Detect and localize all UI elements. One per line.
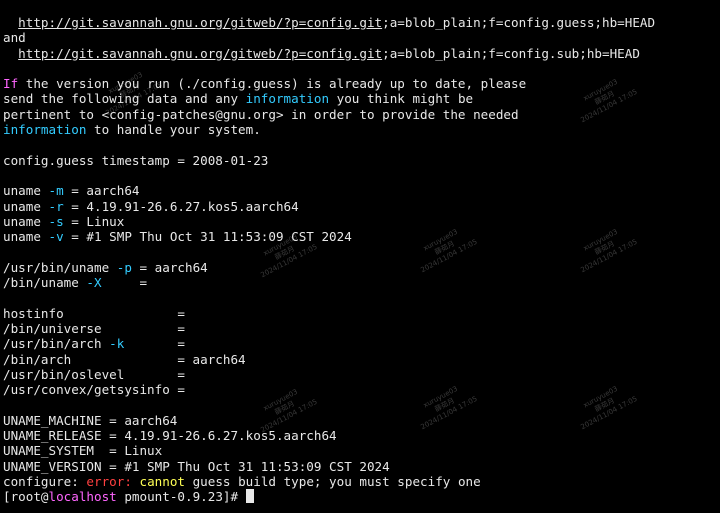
- terminal-text: and: [3, 30, 26, 46]
- terminal-text: /usr/bin/uname: [3, 259, 117, 275]
- terminal-text: = Linux: [63, 213, 125, 229]
- terminal-text: =: [101, 275, 148, 291]
- terminal-line: /bin/arch = aarch64: [3, 352, 655, 367]
- terminal-line: UNAME_SYSTEM = Linux: [3, 443, 655, 458]
- terminal-text: guess build type; you must specify one: [185, 473, 481, 489]
- terminal-line: [root@localhost pmount-0.9.23]#: [3, 489, 655, 504]
- terminal-text: /usr/bin/oslevel =: [3, 366, 185, 382]
- terminal-line: uname -m = aarch64: [3, 183, 655, 198]
- terminal-line: uname -s = Linux: [3, 214, 655, 229]
- terminal-line: UNAME_RELEASE = 4.19.91-26.6.27.kos5.aar…: [3, 428, 655, 443]
- terminal-line: /bin/universe =: [3, 321, 655, 336]
- terminal-text: information: [245, 91, 330, 107]
- terminal-line: /usr/bin/arch -k =: [3, 336, 655, 351]
- terminal-text: =: [124, 336, 185, 352]
- terminal-text: /usr/convex/getsysinfo =: [3, 382, 185, 398]
- terminal-text: ;a=blob_plain;f=config.sub;hb=HEAD: [382, 45, 640, 61]
- terminal-line: send the following data and any informat…: [3, 91, 655, 106]
- terminal-line: http://git.savannah.gnu.org/gitweb/?p=co…: [3, 46, 655, 61]
- terminal-line: UNAME_MACHINE = aarch64: [3, 413, 655, 428]
- terminal-text: ;a=blob_plain;f=config.guess;hb=HEAD: [382, 15, 656, 30]
- terminal-line: and: [3, 30, 655, 45]
- terminal-text: UNAME_RELEASE = 4.19.91-26.6.27.kos5.aar…: [3, 428, 337, 444]
- terminal-line: pertinent to <config-patches@gnu.org> in…: [3, 107, 655, 122]
- terminal-line: config.guess timestamp = 2008-01-23: [3, 153, 655, 168]
- terminal-text: -r: [48, 198, 64, 214]
- terminal-line: /bin/uname -X =: [3, 275, 655, 290]
- terminal-text: = #1 SMP Thu Oct 31 11:53:09 CST 2024: [63, 229, 352, 245]
- terminal-text: pmount-0.9.23]#: [116, 489, 246, 505]
- terminal-text: you think might be: [329, 91, 474, 107]
- text-cursor[interactable]: [245, 489, 254, 504]
- terminal-line: http://git.savannah.gnu.org/gitweb/?p=co…: [3, 15, 655, 30]
- terminal-text: configure:: [3, 473, 87, 489]
- terminal-text: pertinent to <config-patches@gnu.org> in…: [3, 106, 519, 122]
- terminal-text: /bin/arch = aarch64: [3, 351, 246, 367]
- terminal-text: [root@: [3, 489, 49, 505]
- terminal-text: -v: [48, 229, 64, 245]
- terminal-text: -p: [116, 259, 132, 275]
- terminal-text: /usr/bin/arch: [3, 336, 110, 352]
- terminal-text: uname: [3, 183, 49, 199]
- terminal-text: If: [3, 76, 19, 92]
- terminal-text: UNAME_MACHINE = aarch64: [3, 412, 178, 428]
- terminal-text: config.guess timestamp = 2008-01-23: [3, 152, 269, 168]
- terminal-text: error:: [86, 473, 132, 489]
- terminal-text: uname: [3, 198, 49, 214]
- terminal-text: cannot: [139, 473, 186, 489]
- terminal-text: = aarch64: [131, 259, 208, 275]
- terminal-line: uname -v = #1 SMP Thu Oct 31 11:53:09 CS…: [3, 229, 655, 244]
- terminal-text: information: [3, 122, 87, 138]
- terminal-line: If the version you run (./config.guess) …: [3, 76, 655, 91]
- terminal-line: /usr/convex/getsysinfo =: [3, 382, 655, 397]
- terminal-window[interactable]: http://git.savannah.gnu.org/gitweb/?p=co…: [0, 0, 720, 513]
- terminal-text: localhost: [48, 489, 117, 505]
- terminal-text: -k: [109, 336, 125, 352]
- terminal-text: -s: [48, 213, 64, 229]
- terminal-text: = 4.19.91-26.6.27.kos5.aarch64: [63, 198, 299, 214]
- terminal-text: UNAME_VERSION = #1 SMP Thu Oct 31 11:53:…: [3, 458, 390, 474]
- terminal-text: /bin/universe =: [3, 320, 185, 336]
- terminal-line: uname -r = 4.19.91-26.6.27.kos5.aarch64: [3, 199, 655, 214]
- terminal-text: UNAME_SYSTEM = Linux: [3, 443, 163, 459]
- terminal-text: -X: [86, 275, 102, 291]
- terminal-text: the version you run (./config.guess) is …: [18, 76, 527, 92]
- terminal-text: -m: [48, 183, 64, 199]
- terminal-text: uname: [3, 229, 49, 245]
- terminal-text: = aarch64: [63, 183, 140, 199]
- terminal-line: configure: error: cannot guess build typ…: [3, 474, 655, 489]
- terminal-line: UNAME_VERSION = #1 SMP Thu Oct 31 11:53:…: [3, 459, 655, 474]
- url-link[interactable]: http://git.savannah.gnu.org/gitweb/?p=co…: [18, 46, 382, 61]
- terminal-line: /usr/bin/oslevel =: [3, 367, 655, 382]
- terminal-output: http://git.savannah.gnu.org/gitweb/?p=co…: [3, 15, 655, 505]
- terminal-line: /usr/bin/uname -p = aarch64: [3, 260, 655, 275]
- terminal-line: information to handle your system.: [3, 122, 655, 137]
- terminal-text: to handle your system.: [86, 122, 261, 138]
- terminal-line: hostinfo =: [3, 306, 655, 321]
- terminal-text: send the following data and any: [3, 91, 246, 107]
- terminal-text: /bin/uname: [3, 275, 87, 291]
- terminal-text: uname: [3, 213, 49, 229]
- url-link[interactable]: http://git.savannah.gnu.org/gitweb/?p=co…: [18, 15, 382, 30]
- terminal-text: hostinfo =: [3, 305, 185, 321]
